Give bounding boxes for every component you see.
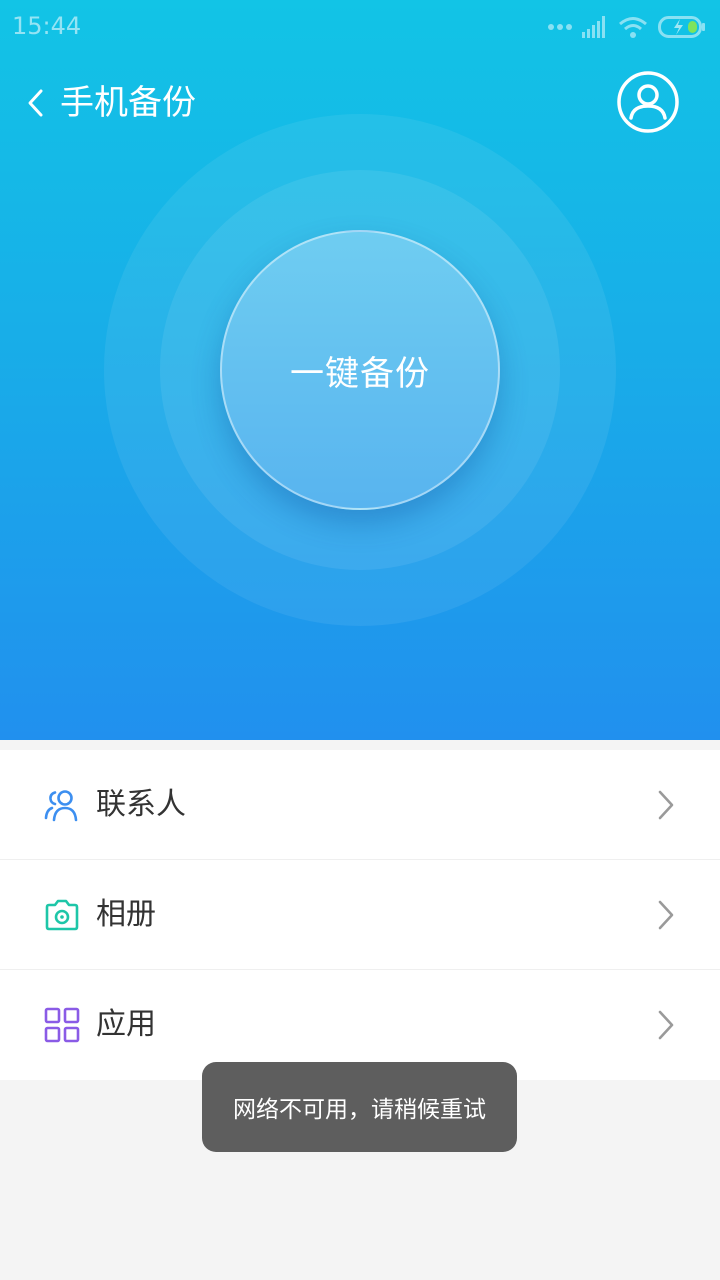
account-button[interactable] bbox=[616, 70, 680, 134]
contacts-icon bbox=[44, 790, 78, 822]
camera-icon bbox=[45, 899, 79, 931]
toast-message: 网络不可用，请稍候重试 bbox=[233, 1097, 486, 1123]
back-button[interactable] bbox=[18, 82, 52, 124]
chevron-right-icon bbox=[658, 1010, 674, 1040]
list-item-label: 应用 bbox=[96, 1007, 156, 1042]
status-bar: 15:44 bbox=[0, 0, 720, 52]
page-title: 手机备份 bbox=[60, 83, 196, 123]
list-item-contacts[interactable]: 联系人 bbox=[0, 750, 720, 860]
signal-dots-icon bbox=[548, 24, 572, 30]
list-item-label: 联系人 bbox=[96, 787, 186, 822]
apps-grid-icon bbox=[44, 1007, 80, 1043]
network-error-toast: 网络不可用，请稍候重试 bbox=[202, 1062, 517, 1152]
chevron-right-icon bbox=[658, 900, 674, 930]
one-tap-backup-button[interactable]: 一键备份 bbox=[220, 230, 500, 510]
list-item-photos[interactable]: 相册 bbox=[0, 860, 720, 970]
chevron-right-icon bbox=[658, 790, 674, 820]
status-time: 15:44 bbox=[12, 12, 82, 40]
backup-hero: 15:44 手机备份 一键备份 bbox=[0, 0, 720, 740]
user-circle-icon bbox=[617, 71, 679, 133]
status-icons bbox=[548, 14, 706, 40]
list-item-label: 相册 bbox=[96, 897, 156, 932]
cell-signal-icon bbox=[582, 16, 605, 38]
backup-button-label: 一键备份 bbox=[290, 353, 430, 394]
battery-charging-icon bbox=[658, 16, 705, 38]
backup-category-list: 联系人 相册 应用 bbox=[0, 750, 720, 1080]
chevron-left-icon bbox=[28, 89, 43, 117]
wifi-icon bbox=[619, 17, 647, 38]
